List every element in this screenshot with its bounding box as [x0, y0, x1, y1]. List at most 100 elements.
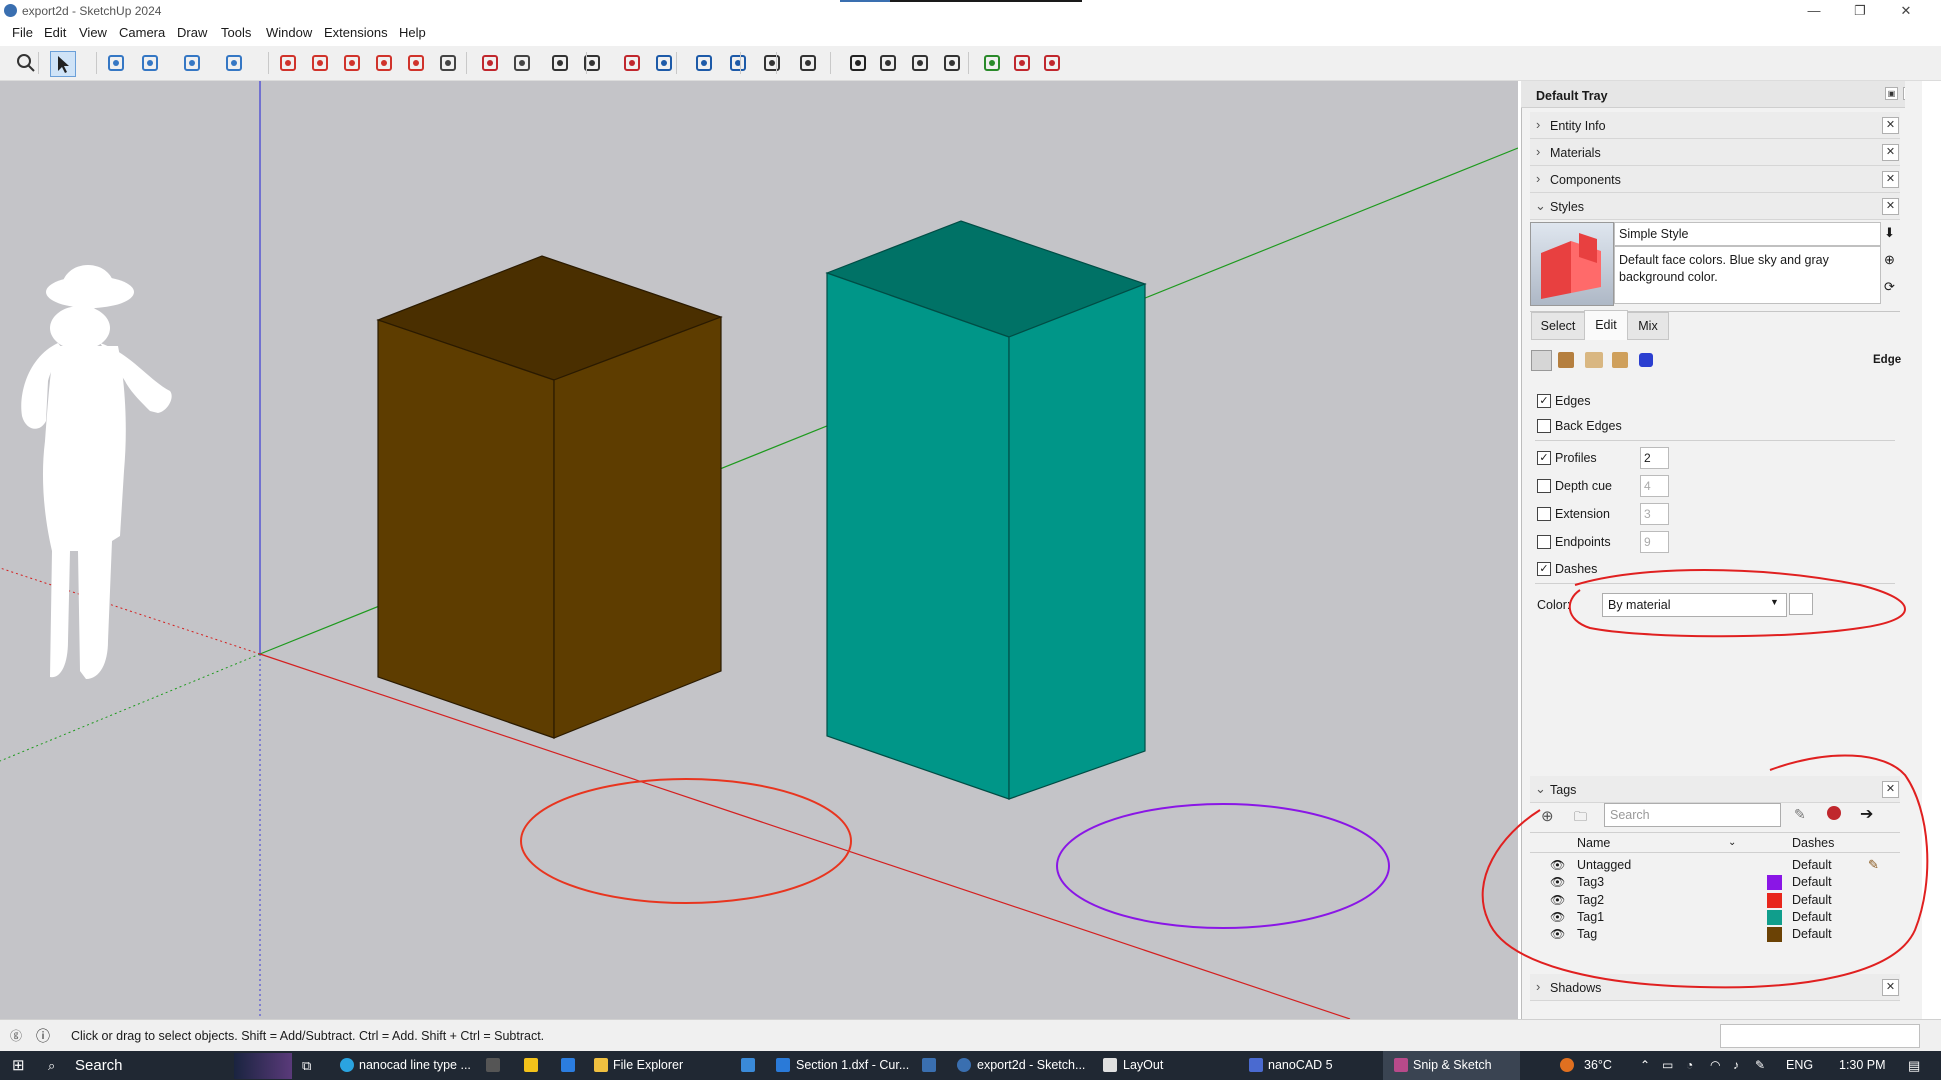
battery-icon[interactable]: ▭ — [1662, 1051, 1673, 1080]
menu-draw[interactable]: Draw — [177, 25, 207, 40]
components-close-icon[interactable]: ✕ — [1882, 171, 1899, 188]
todo-icon[interactable] — [561, 1058, 575, 1072]
extension-value-input[interactable]: 3 — [1640, 503, 1669, 525]
sticky-notes-icon[interactable] — [524, 1058, 538, 1072]
search-icon[interactable]: ⌕ — [48, 1051, 55, 1080]
rotate-icon[interactable] — [372, 51, 396, 75]
orbit-icon[interactable] — [478, 51, 502, 75]
eyedropper-icon[interactable]: ✎ — [1794, 806, 1806, 823]
tab-mix[interactable]: Mix — [1627, 312, 1669, 340]
entity-info-close-icon[interactable]: ✕ — [1882, 117, 1899, 134]
components-panel-header[interactable]: › Components ✕ — [1530, 166, 1900, 193]
zoom-extents-icon[interactable] — [580, 51, 604, 75]
zoom-icon[interactable] — [548, 51, 572, 75]
line-icon[interactable] — [180, 51, 204, 75]
menu-help[interactable]: Help — [399, 25, 426, 40]
tag-color-swatch[interactable] — [1767, 909, 1782, 925]
edge-settings-icon[interactable] — [1531, 350, 1552, 371]
style-name-field[interactable]: Simple Style — [1614, 222, 1881, 246]
component-icon[interactable] — [726, 51, 750, 75]
add-folder-icon[interactable]: 🗀 — [1574, 808, 1587, 830]
teal-box[interactable] — [825, 220, 1147, 800]
tag-color-swatch[interactable] — [1767, 892, 1782, 908]
mail-icon[interactable] — [741, 1058, 755, 1072]
network-icon[interactable]: ◔ — [1686, 1051, 1693, 1080]
profiles-checkbox[interactable]: ✓ — [1537, 451, 1551, 465]
tray-overflow-icon[interactable]: ⌃ — [1640, 1051, 1650, 1080]
style-description-field[interactable]: Default face colors. Blue sky and gray b… — [1614, 246, 1881, 304]
pen-icon[interactable]: ✎ — [1755, 1051, 1765, 1080]
account-icon[interactable] — [760, 51, 784, 75]
sort-chevron-icon[interactable]: ⌄ — [1728, 837, 1736, 848]
endpoints-checkbox[interactable] — [1537, 535, 1551, 549]
search-icon[interactable] — [14, 51, 38, 75]
tags-column-dashes[interactable]: Dashes — [1792, 836, 1834, 850]
edges-checkbox[interactable]: ✓ — [1537, 394, 1551, 408]
section-icon[interactable] — [620, 51, 644, 75]
taskbar-app-export2d[interactable]: export2d - Sketch... — [977, 1051, 1085, 1080]
wifi-icon[interactable]: ◠ — [1710, 1051, 1720, 1080]
tag-row[interactable]: 👁 Tag2 Default — [1530, 892, 1900, 910]
tags-search-input[interactable]: Search — [1604, 803, 1781, 827]
tag-row[interactable]: 👁 Untagged Default ✎ — [1530, 857, 1900, 875]
model-viewport[interactable] — [0, 81, 1518, 1019]
app-icon[interactable] — [922, 1058, 936, 1072]
tag-row[interactable]: 👁 Tag3 Default — [1530, 875, 1900, 892]
tags-icon[interactable] — [652, 51, 676, 75]
taskbar-app-snip-sketch[interactable]: Snip & Sketch — [1413, 1051, 1492, 1080]
watermark-settings-icon[interactable] — [1612, 352, 1628, 368]
tags-close-icon[interactable]: ✕ — [1882, 781, 1899, 798]
depth-cue-checkbox[interactable] — [1537, 479, 1551, 493]
face-settings-icon[interactable] — [1558, 352, 1574, 368]
restore-button[interactable]: ❐ — [1837, 0, 1883, 22]
menu-file[interactable]: File — [12, 25, 33, 40]
styles-panel-header[interactable]: ⌄ Styles ✕ — [1530, 193, 1900, 220]
report-icon[interactable] — [1040, 51, 1064, 75]
pencil-icon[interactable]: ✎ — [1868, 857, 1879, 873]
edge-color-dropdown[interactable]: By material ▼ — [1602, 593, 1787, 617]
create-style-icon[interactable]: ⊕ — [1884, 252, 1895, 268]
color-by-tag-icon[interactable] — [1827, 806, 1841, 820]
refresh-icon[interactable]: ⟳ — [1884, 279, 1895, 295]
profiles-value-input[interactable]: 2 — [1640, 447, 1669, 469]
tray-pin-icon[interactable]: ▣ — [1885, 87, 1898, 100]
menu-camera[interactable]: Camera — [119, 25, 165, 40]
extension-checkbox[interactable] — [1537, 507, 1551, 521]
person-icon[interactable] — [846, 51, 870, 75]
taskbar-app-layout[interactable]: LayOut — [1123, 1051, 1163, 1080]
entity-info-panel-header[interactable]: › Entity Info ✕ — [1530, 112, 1900, 139]
sandbox-icon[interactable] — [1010, 51, 1034, 75]
minimize-button[interactable]: — — [1791, 0, 1837, 22]
clock[interactable]: 1:30 PM — [1839, 1051, 1886, 1080]
move-icon[interactable] — [340, 51, 364, 75]
tab-select[interactable]: Select — [1531, 312, 1585, 340]
back-edges-checkbox[interactable] — [1537, 419, 1551, 433]
menu-edit[interactable]: Edit — [44, 25, 66, 40]
outliner-icon[interactable] — [876, 51, 900, 75]
offset-icon[interactable] — [436, 51, 460, 75]
ruby-console-icon[interactable] — [908, 51, 932, 75]
menu-window[interactable]: Window — [266, 25, 312, 40]
eye-icon[interactable]: 👁 — [1550, 858, 1565, 872]
add-tag-icon[interactable]: ⊕ — [1541, 807, 1554, 825]
notifications-icon[interactable]: ▤ — [1908, 1051, 1920, 1080]
extension-warehouse-icon[interactable] — [980, 51, 1004, 75]
tag-color-swatch[interactable] — [1767, 927, 1782, 943]
taskbar-app-file-explorer[interactable]: File Explorer — [613, 1051, 683, 1080]
eye-icon[interactable]: 👁 — [1550, 910, 1565, 924]
measurements-box[interactable] — [1720, 1024, 1920, 1048]
select-icon[interactable] — [50, 51, 76, 77]
depth-cue-value-input[interactable]: 4 — [1640, 475, 1669, 497]
taskbar-app-section-dxf[interactable]: Section 1.dxf - Cur... — [796, 1051, 909, 1080]
endpoints-value-input[interactable]: 9 — [1640, 531, 1669, 553]
geo-location-icon[interactable]: ⓖ — [10, 1027, 22, 1044]
tray-scrollbar[interactable] — [1905, 81, 1921, 1019]
store-icon[interactable] — [486, 1058, 500, 1072]
tag2-red-circle[interactable] — [520, 778, 852, 904]
update-style-icon[interactable]: ⬇ — [1884, 225, 1895, 241]
task-view-icon[interactable]: ⧉ — [302, 1051, 311, 1080]
close-button[interactable]: ✕ — [1883, 0, 1929, 22]
tag-row[interactable]: 👁 Tag1 Default — [1530, 909, 1900, 927]
windows-start-icon[interactable]: ⊞ — [12, 1051, 25, 1080]
rectangle-icon[interactable] — [222, 51, 246, 75]
